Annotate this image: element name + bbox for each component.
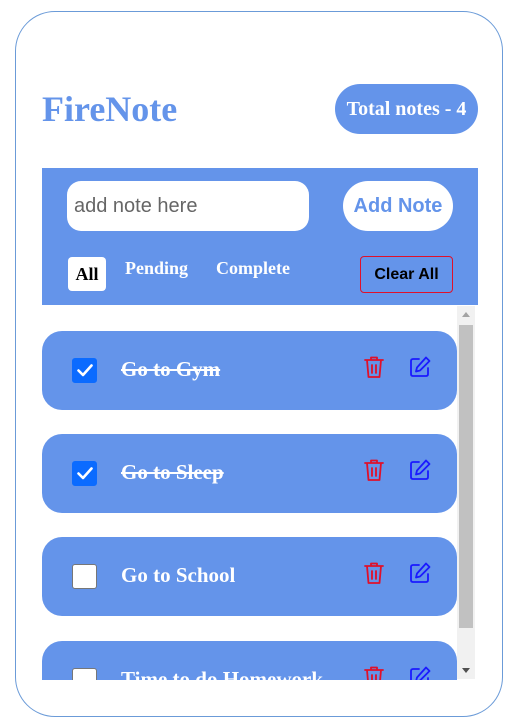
note-card: Time to do Homework xyxy=(42,641,457,680)
edit-icon[interactable] xyxy=(408,458,432,482)
note-checkbox[interactable] xyxy=(72,564,97,589)
note-checkbox[interactable] xyxy=(72,358,97,383)
clear-all-button[interactable]: Clear All xyxy=(360,256,453,293)
app-title: FireNote xyxy=(42,89,178,129)
trash-icon[interactable] xyxy=(363,355,385,379)
scroll-down-arrow-icon[interactable] xyxy=(457,662,475,679)
edit-icon[interactable] xyxy=(408,665,432,680)
check-icon xyxy=(76,467,93,480)
note-text: Time to do Homework xyxy=(121,667,324,680)
filter-complete-button[interactable]: Complete xyxy=(216,258,290,279)
add-note-button[interactable]: Add Note xyxy=(343,181,453,231)
note-input[interactable] xyxy=(67,181,309,231)
trash-icon[interactable] xyxy=(363,458,385,482)
notes-list: Go to Gym Go to Sleep Go to School Time … xyxy=(42,308,457,680)
notes-scrollbar[interactable] xyxy=(457,306,475,679)
note-text: Go to School xyxy=(121,563,236,587)
note-text: Go to Gym xyxy=(121,357,221,381)
note-checkbox[interactable] xyxy=(72,461,97,486)
app-card: FireNote Total notes - 4 Add Note All Pe… xyxy=(15,11,503,717)
scroll-up-arrow-icon[interactable] xyxy=(457,306,475,323)
filter-pending-button[interactable]: Pending xyxy=(125,258,188,279)
note-card: Go to Sleep xyxy=(42,434,457,513)
edit-icon[interactable] xyxy=(408,561,432,585)
note-card: Go to Gym xyxy=(42,331,457,410)
trash-icon[interactable] xyxy=(363,561,385,585)
note-text: Go to Sleep xyxy=(121,460,224,484)
trash-icon[interactable] xyxy=(363,665,385,680)
total-notes-badge: Total notes - 4 xyxy=(335,84,478,134)
filter-all-button[interactable]: All xyxy=(68,257,106,291)
edit-icon[interactable] xyxy=(408,355,432,379)
scroll-thumb[interactable] xyxy=(459,325,473,628)
note-checkbox[interactable] xyxy=(72,668,97,680)
control-panel: Add Note All Pending Complete Clear All xyxy=(42,168,478,305)
note-card: Go to School xyxy=(42,537,457,616)
check-icon xyxy=(76,364,93,377)
